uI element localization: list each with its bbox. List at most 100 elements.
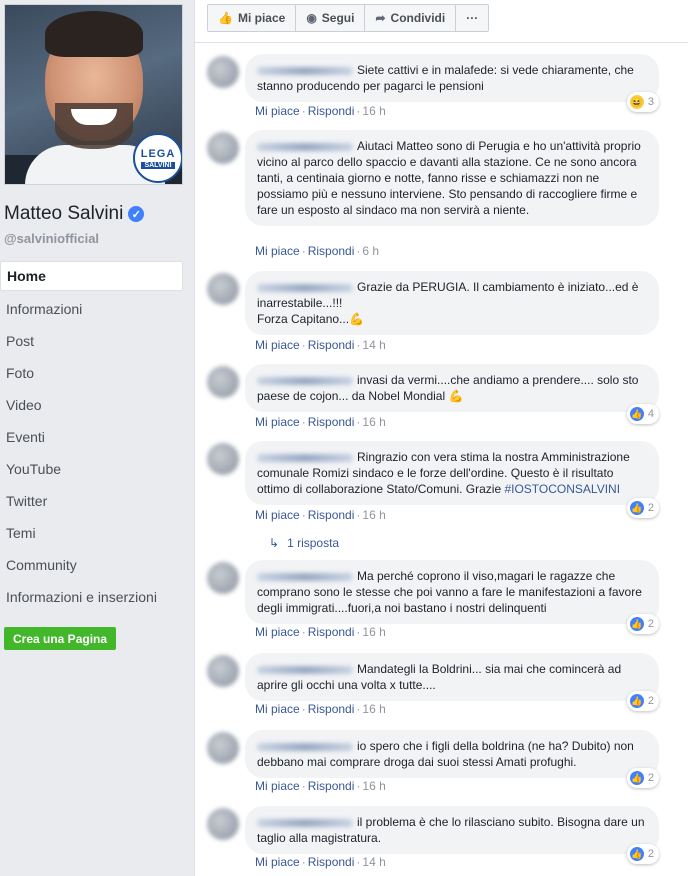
sidebar-item-video[interactable]: Video	[0, 389, 183, 421]
reply-link[interactable]: Rispondi	[308, 625, 355, 639]
like-comment-link[interactable]: Mi piace	[255, 508, 300, 522]
timestamp[interactable]: 16 h	[362, 508, 385, 522]
sidebar-item-home[interactable]: Home	[0, 261, 183, 291]
avatar[interactable]	[207, 366, 239, 398]
like-comment-link[interactable]: Mi piace	[255, 104, 300, 118]
more-options-icon: ···	[466, 11, 479, 25]
comment-bubble: il problema è che lo rilasciano subito. …	[245, 806, 659, 854]
avatar[interactable]	[207, 56, 239, 88]
commenter-name[interactable]	[257, 665, 353, 674]
avatar[interactable]	[207, 732, 239, 764]
like-reaction-icon: 👍	[629, 771, 644, 785]
like-comment-link[interactable]: Mi piace	[255, 855, 300, 869]
separator: ·	[301, 244, 306, 258]
commenter-name[interactable]	[257, 142, 353, 151]
create-page-button[interactable]: Crea una Pagina	[4, 627, 117, 650]
timestamp[interactable]: 16 h	[362, 104, 385, 118]
reaction-number: 2	[647, 695, 654, 707]
sidebar-item-community[interactable]: Community	[0, 549, 183, 581]
sidebar-item-informazioni[interactable]: Informazioni	[0, 293, 183, 325]
comment-meta: Mi piace · Rispondi · 16 h	[255, 779, 386, 793]
page-title[interactable]: Matteo Salvini ✓	[4, 203, 145, 225]
like-comment-link[interactable]: Mi piace	[255, 244, 300, 258]
avatar[interactable]	[207, 132, 239, 164]
reaction-number: 2	[647, 848, 654, 860]
timestamp[interactable]: 16 h	[362, 779, 385, 793]
reply-link[interactable]: Rispondi	[308, 702, 355, 716]
more-options-button[interactable]: ···	[456, 5, 488, 31]
thumbs-up-icon: 👍	[218, 11, 233, 25]
timestamp[interactable]: 6 h	[362, 244, 379, 258]
reaction-count[interactable]: 👍 2	[626, 844, 659, 864]
commenter-name[interactable]	[257, 283, 353, 292]
hashtag-link[interactable]: #IOSTOCONSALVINI	[504, 482, 620, 496]
lega-logo-text: LEGA	[140, 147, 176, 160]
like-reaction-icon: 👍	[629, 407, 644, 421]
view-replies-link[interactable]: ↳ 1 risposta	[269, 536, 339, 550]
reply-link[interactable]: Rispondi	[308, 508, 355, 522]
sidebar-item-eventi[interactable]: Eventi	[0, 421, 183, 453]
commenter-name[interactable]	[257, 572, 353, 581]
page-handle[interactable]: @salviniofficial	[4, 231, 99, 246]
sidebar-item-info-inserzioni[interactable]: Informazioni e inserzioni	[0, 581, 183, 613]
like-comment-link[interactable]: Mi piace	[255, 415, 300, 429]
timestamp[interactable]: 14 h	[362, 855, 385, 869]
reply-link[interactable]: Rispondi	[308, 855, 355, 869]
reaction-count[interactable]: 😆 3	[626, 92, 659, 112]
avatar[interactable]	[207, 562, 239, 594]
reaction-number: 2	[647, 618, 654, 630]
commenter-name[interactable]	[257, 376, 353, 385]
like-comment-link[interactable]: Mi piace	[255, 702, 300, 716]
timestamp[interactable]: 16 h	[362, 415, 385, 429]
separator: ·	[356, 779, 361, 793]
reaction-count[interactable]: 👍 2	[626, 691, 659, 711]
reply-link[interactable]: Rispondi	[308, 779, 355, 793]
reaction-count[interactable]: 👍 4	[626, 404, 659, 424]
like-comment-link[interactable]: Mi piace	[255, 338, 300, 352]
avatar[interactable]	[207, 443, 239, 475]
separator: ·	[301, 779, 306, 793]
timestamp[interactable]: 16 h	[362, 702, 385, 716]
reaction-count[interactable]: 👍 2	[626, 614, 659, 634]
reply-link[interactable]: Rispondi	[308, 338, 355, 352]
sidebar-item-youtube[interactable]: YouTube	[0, 453, 183, 485]
lega-logo: LEGA SALVINI	[133, 133, 182, 183]
comment-bubble: Ma perché coprono il viso,magari le raga…	[245, 560, 659, 624]
commenter-name[interactable]	[257, 818, 353, 827]
reply-link[interactable]: Rispondi	[308, 104, 355, 118]
haha-reaction-icon: 😆	[629, 95, 644, 109]
reaction-count[interactable]: 👍 2	[626, 768, 659, 788]
comment-bubble: Aiutaci Matteo sono di Perugia e ho un'a…	[245, 130, 659, 226]
avatar[interactable]	[207, 655, 239, 687]
like-comment-link[interactable]: Mi piace	[255, 779, 300, 793]
page-title-text[interactable]: Matteo Salvini	[4, 203, 123, 225]
sidebar-item-temi[interactable]: Temi	[0, 517, 183, 549]
verified-badge-icon: ✓	[128, 206, 145, 222]
hair-shape	[45, 11, 143, 57]
timestamp[interactable]: 16 h	[362, 625, 385, 639]
separator: ·	[356, 338, 361, 352]
commenter-name[interactable]	[257, 66, 353, 75]
follow-button[interactable]: ◉ Segui	[296, 5, 366, 31]
comment-bubble: invasi da vermi....che andiamo a prender…	[245, 364, 659, 412]
timestamp[interactable]: 14 h	[362, 338, 385, 352]
reply-link[interactable]: Rispondi	[308, 244, 355, 258]
sidebar-item-twitter[interactable]: Twitter	[0, 485, 183, 517]
like-page-button[interactable]: 👍 Mi piace	[208, 5, 297, 31]
commenter-name[interactable]	[257, 742, 353, 751]
comment-bubble: Siete cattivi e in malafede: si vede chi…	[245, 54, 659, 102]
like-reaction-icon: 👍	[629, 847, 644, 861]
like-comment-link[interactable]: Mi piace	[255, 625, 300, 639]
sidebar-item-post[interactable]: Post	[0, 325, 183, 357]
separator: ·	[356, 508, 361, 522]
share-button[interactable]: ➦ Condividi	[365, 5, 457, 31]
sidebar-item-foto[interactable]: Foto	[0, 357, 183, 389]
avatar[interactable]	[207, 273, 239, 305]
avatar[interactable]	[207, 808, 239, 840]
reaction-count[interactable]: 👍 2	[626, 498, 659, 518]
comment-bubble: Mandategli la Boldrini... sia mai che co…	[245, 653, 659, 701]
reply-link[interactable]: Rispondi	[308, 415, 355, 429]
comment-meta: Mi piace · Rispondi · 16 h	[255, 625, 386, 639]
profile-picture[interactable]: LEGA SALVINI	[4, 4, 183, 185]
commenter-name[interactable]	[257, 453, 353, 462]
